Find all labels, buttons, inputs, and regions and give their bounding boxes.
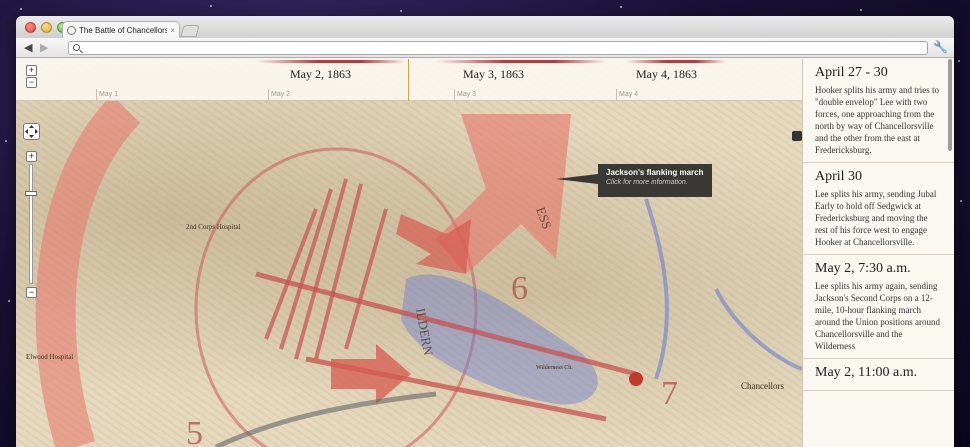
event-entry[interactable]: May 2, 7:30 a.m. Lee splits his army aga… [803,255,954,359]
timeline[interactable]: May 2, 1863 May 3, 1863 May 4, 1863 May … [16,59,802,101]
tooltip-subtitle: Click for more information. [606,179,688,186]
tab-close-icon[interactable]: × [170,26,175,35]
tick-mark [268,89,269,101]
event-heading: April 30 [815,169,863,184]
browser-toolbar: ◀ ▶ 🔧 [16,38,954,58]
minimize-window-button[interactable] [41,22,52,33]
close-window-button[interactable] [25,22,36,33]
map-overlay: 6 7 5 ESS ILDERN Chancellors Elwood Hosp… [26,94,802,447]
layers-icon[interactable] [792,131,802,141]
map-zoom-in-button[interactable]: + [26,151,37,162]
tick-label: May 3 [457,91,477,98]
map-zoom-out-button[interactable]: − [26,287,37,298]
panel-scrollbar[interactable] [948,59,952,151]
confederate-arc [35,94,141,447]
svg-text:Wilderness Ch.: Wilderness Ch. [536,365,573,371]
event-entry[interactable]: April 27 - 30 Hooker splits his army and… [803,59,954,163]
svg-text:Chancellors: Chancellors [741,381,784,391]
globe-icon [67,26,76,35]
event-body: Lee splits his army, sending Jubal Early… [815,189,937,247]
tab-title: The Battle of Chancellorsville [79,26,168,35]
timeline-band-2 [436,60,606,63]
timeline-date-may-4[interactable]: May 4, 1863 [636,67,697,82]
event-heading: April 27 - 30 [815,65,888,80]
tick-mark [616,89,617,101]
tick-mark [96,89,97,101]
tooltip-title: Jackson's flanking march [606,168,704,177]
browser-tab[interactable]: The Battle of Chancellorsville × [62,21,180,39]
event-heading: May 2, 11:00 a.m. [815,365,918,380]
back-button[interactable]: ◀ [24,41,32,54]
tick-label: May 4 [619,91,639,98]
map-tooltip[interactable]: Jackson's flanking march Click for more … [598,164,712,197]
timeline-zoom-in-button[interactable]: + [26,65,37,76]
tick-label: May 2 [271,91,291,98]
pan-arrows-icon [25,125,38,138]
tick-mark [454,89,455,101]
tooltip-pointer [556,174,598,184]
timeline-cursor[interactable] [408,59,409,101]
search-icon [73,44,80,51]
battle-map[interactable]: 6 7 5 ESS ILDERN Chancellors Elwood Hosp… [16,59,802,447]
event-body: Lee splits his army again, sending Jacks… [815,281,940,351]
corps-lines [264,178,388,360]
position-marker [629,372,643,386]
road-gray [214,391,437,447]
red-arrow-south [331,344,411,404]
zoom-slider-track[interactable] [29,164,33,284]
timeline-date-may-3[interactable]: May 3, 1863 [463,67,524,82]
timeline-zoom-out-button[interactable]: − [26,77,37,88]
forward-button[interactable]: ▶ [40,41,48,54]
event-heading: May 2, 7:30 a.m. [815,261,911,276]
zoom-slider-handle[interactable] [25,191,37,196]
event-entry[interactable]: April 30 Lee splits his army, sending Ju… [803,163,954,255]
svg-text:Elwood Hospital: Elwood Hospital [26,353,73,361]
svg-text:7: 7 [661,375,678,412]
address-bar[interactable] [68,41,928,55]
event-body: Hooker splits his army and tries to "dou… [815,85,939,155]
timeline-date-may-2[interactable]: May 2, 1863 [290,67,351,82]
new-tab-button[interactable] [180,25,200,37]
svg-text:6: 6 [511,270,528,307]
svg-text:5: 5 [186,415,203,447]
timeline-band-3 [626,60,726,63]
pan-control[interactable] [23,123,40,140]
event-panel[interactable]: April 27 - 30 Hooker splits his army and… [802,59,954,447]
union-roads [644,198,802,380]
timeline-band-1 [256,60,406,63]
title-bar: The Battle of Chancellorsville × [16,16,954,39]
browser-window: The Battle of Chancellorsville × ◀ ▶ 🔧 [16,16,954,447]
event-entry[interactable]: May 2, 11:00 a.m. [803,359,954,391]
page-content: 6 7 5 ESS ILDERN Chancellors Elwood Hosp… [16,59,954,447]
wrench-icon[interactable]: 🔧 [933,40,948,54]
svg-text:2nd Corps Hospital: 2nd Corps Hospital [186,223,241,231]
tick-label: May 1 [99,91,119,98]
